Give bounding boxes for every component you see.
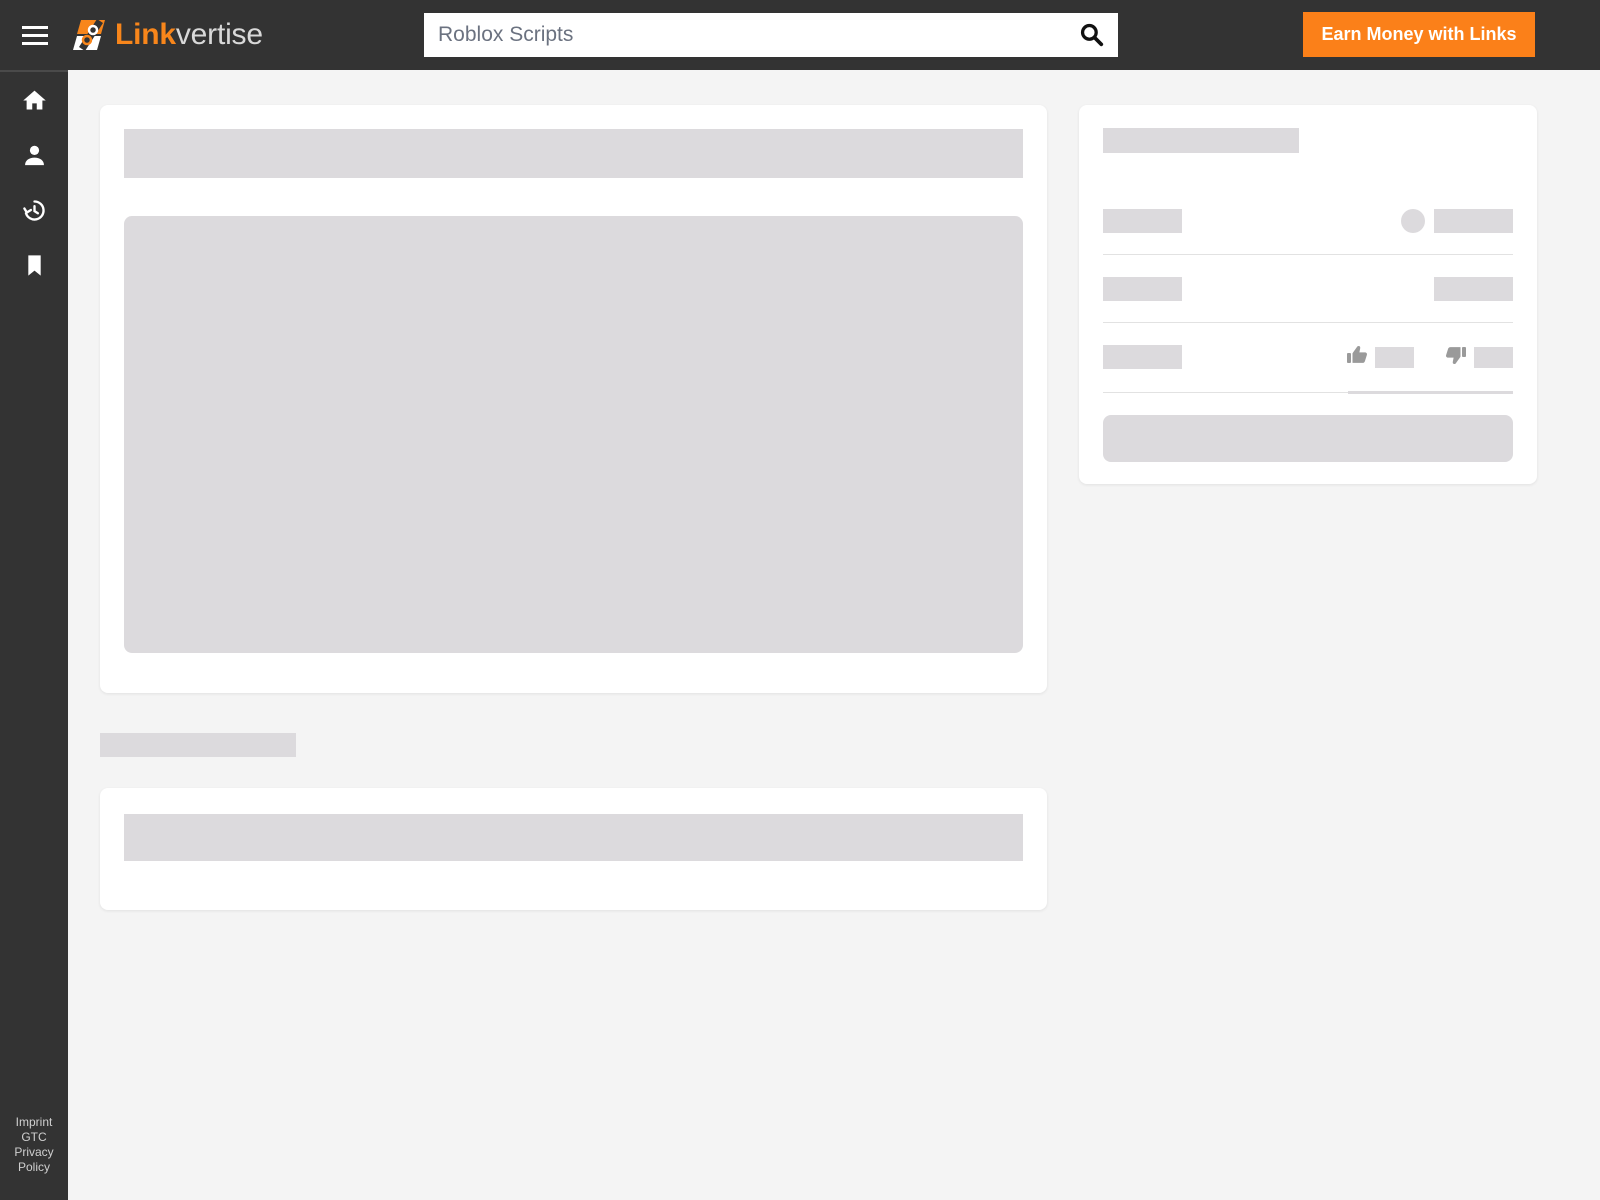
sidebar-item-account[interactable] (0, 130, 68, 185)
search-button[interactable] (1064, 13, 1118, 57)
secondary-bar-placeholder (124, 814, 1023, 861)
top-header: Linkvertise Earn Money with Links (0, 0, 1600, 70)
sidebar-item-home[interactable] (0, 75, 68, 130)
hero-placeholder (124, 216, 1023, 653)
side-row-author (1103, 187, 1513, 255)
row-label-placeholder (1103, 208, 1182, 233)
sidebar-footer-links: Imprint GTC Privacy Policy (14, 1115, 53, 1200)
sidebar-item-history[interactable] (0, 185, 68, 240)
side-cta-placeholder (1103, 415, 1513, 462)
hamburger-line (22, 33, 48, 37)
divider-thick-segment (1348, 391, 1513, 394)
linkvertise-logo-icon (71, 17, 111, 53)
section-label-placeholder (100, 733, 296, 757)
search-icon (1078, 21, 1104, 50)
brand-logo[interactable]: Linkvertise (71, 13, 263, 57)
earn-money-with-links-button[interactable]: Earn Money with Links (1303, 12, 1535, 57)
primary-content-card (100, 105, 1047, 693)
hamburger-line (22, 25, 48, 29)
hamburger-menu-icon[interactable] (17, 17, 53, 53)
brand-name-secondary: vertise (175, 18, 263, 51)
avatar-circle-icon (1401, 208, 1425, 233)
person-icon (21, 142, 48, 174)
home-icon (21, 87, 48, 119)
side-row-rating (1103, 323, 1513, 391)
bookmark-icon (21, 252, 48, 284)
thumbs-down-icon[interactable] (1444, 343, 1468, 372)
like-group[interactable] (1345, 343, 1414, 372)
row-value-placeholder (1434, 208, 1513, 233)
brand-name-primary: Link (115, 18, 176, 51)
side-info-card (1079, 105, 1537, 484)
dislike-group[interactable] (1444, 343, 1513, 372)
footer-link-privacy[interactable]: Privacy (14, 1145, 53, 1159)
sidebar-item-bookmarks[interactable] (0, 240, 68, 295)
title-placeholder (124, 129, 1023, 178)
main-content-area (68, 70, 1600, 1200)
row-value-placeholder (1434, 276, 1513, 301)
side-divider (1103, 391, 1513, 395)
vote-controls (1345, 343, 1513, 372)
like-count-placeholder (1375, 346, 1414, 368)
history-icon (21, 197, 48, 229)
footer-link-policy[interactable]: Policy (18, 1160, 50, 1174)
row-value-group (1401, 208, 1513, 233)
row-label-placeholder (1103, 345, 1182, 369)
brand-wordmark: Linkvertise (115, 18, 263, 52)
search-input[interactable] (424, 13, 1064, 57)
dislike-count-placeholder (1474, 346, 1513, 368)
side-row-detail (1103, 255, 1513, 323)
secondary-content-card (100, 788, 1047, 910)
thumbs-up-icon[interactable] (1345, 343, 1369, 372)
left-sidebar: Imprint GTC Privacy Policy (0, 70, 68, 1200)
footer-link-gtc[interactable]: GTC (21, 1130, 46, 1144)
divider-thin-segment (1103, 392, 1348, 393)
search-bar[interactable] (424, 13, 1118, 57)
side-title-placeholder (1103, 128, 1299, 153)
row-label-placeholder (1103, 276, 1182, 301)
footer-link-imprint[interactable]: Imprint (16, 1115, 53, 1129)
hamburger-line (22, 41, 48, 45)
